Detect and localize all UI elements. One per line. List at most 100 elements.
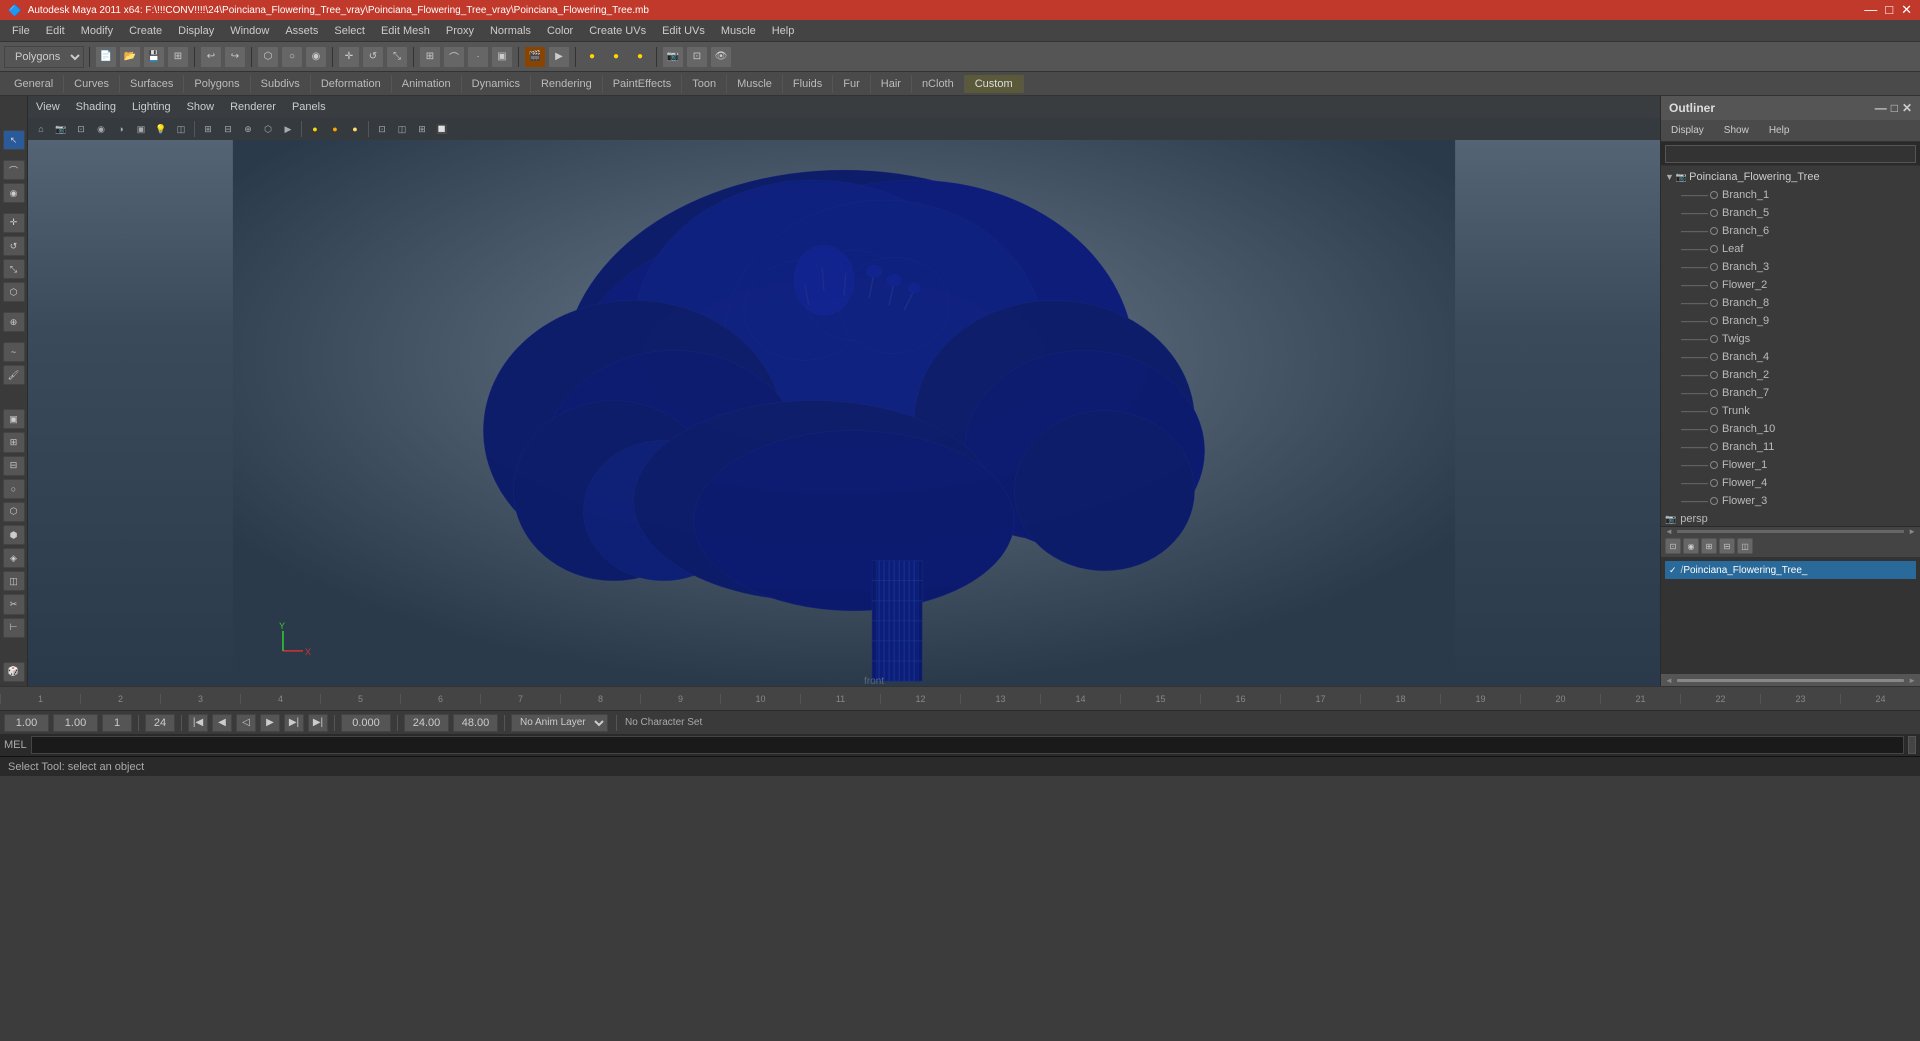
tree-item-root[interactable]: ▼ 📷 Poinciana_Flowering_Tree bbox=[1661, 168, 1920, 186]
move-tool-btn[interactable]: ✛ bbox=[3, 213, 25, 233]
vp-menu-shading[interactable]: Shading bbox=[72, 99, 120, 115]
poly-btn[interactable]: ⬡ bbox=[3, 502, 25, 522]
outliner-btn-4[interactable]: ⊟ bbox=[1719, 538, 1735, 554]
vp-icon-isolate[interactable]: 🔲 bbox=[433, 120, 451, 138]
tick-14[interactable]: 14 bbox=[1040, 694, 1120, 704]
start-frame-input[interactable] bbox=[4, 714, 49, 732]
vp-menu-renderer[interactable]: Renderer bbox=[226, 99, 280, 115]
light1-btn[interactable]: ● bbox=[581, 46, 603, 68]
tick-12[interactable]: 12 bbox=[880, 694, 960, 704]
sculpt-btn[interactable]: 🖌 bbox=[3, 365, 25, 385]
tree-item-leaf[interactable]: ——— Leaf bbox=[1661, 240, 1920, 258]
vp-menu-panels[interactable]: Panels bbox=[288, 99, 330, 115]
display-btn[interactable]: ⊡ bbox=[686, 46, 708, 68]
tab-painteffects[interactable]: PaintEffects bbox=[603, 75, 683, 93]
tab-subdivs[interactable]: Subdivs bbox=[251, 75, 311, 93]
vp-icon-hud[interactable]: ⊟ bbox=[219, 120, 237, 138]
tick-2[interactable]: 2 bbox=[80, 694, 160, 704]
outliner-menu-display[interactable]: Display bbox=[1665, 124, 1710, 137]
menu-assets[interactable]: Assets bbox=[277, 23, 326, 39]
menu-file[interactable]: File bbox=[4, 23, 38, 39]
vp-icon-textured[interactable]: ▣ bbox=[132, 120, 150, 138]
play-fwd-btn[interactable]: ▶ bbox=[260, 714, 280, 732]
tick-11[interactable]: 11 bbox=[800, 694, 880, 704]
menu-create-uvs[interactable]: Create UVs bbox=[581, 23, 654, 39]
vp-menu-show[interactable]: Show bbox=[183, 99, 219, 115]
tab-polygons[interactable]: Polygons bbox=[184, 75, 250, 93]
outliner-btn-5[interactable]: ◫ bbox=[1737, 538, 1753, 554]
outliner-search-bar[interactable] bbox=[1661, 142, 1920, 166]
save-scene-btn[interactable]: ⊞ bbox=[167, 46, 189, 68]
tick-9[interactable]: 9 bbox=[640, 694, 720, 704]
tick-4[interactable]: 4 bbox=[240, 694, 320, 704]
menu-create[interactable]: Create bbox=[121, 23, 170, 39]
outliner-menu-help[interactable]: Help bbox=[1763, 124, 1796, 137]
light3-btn[interactable]: ● bbox=[629, 46, 651, 68]
outliner-minimize-btn[interactable]: — bbox=[1875, 101, 1887, 115]
outliner-search-input[interactable] bbox=[1665, 145, 1916, 163]
outliner-bottom-scrollbar[interactable]: ◄ ► bbox=[1661, 674, 1920, 686]
vp-icon-smooth[interactable]: ◉ bbox=[92, 120, 110, 138]
redo-btn[interactable]: ↪ bbox=[224, 46, 246, 68]
polygon-selector[interactable]: Polygons bbox=[4, 46, 84, 68]
menu-normals[interactable]: Normals bbox=[482, 23, 539, 39]
tree-item-branch7[interactable]: ——— Branch_7 bbox=[1661, 384, 1920, 402]
manip-tool-btn[interactable]: ⬡ bbox=[3, 282, 25, 302]
tree-item-branch2[interactable]: ——— Branch_2 bbox=[1661, 366, 1920, 384]
tick-10[interactable]: 10 bbox=[720, 694, 800, 704]
vp-icon-grid[interactable]: ⊞ bbox=[199, 120, 217, 138]
tree-item-branch4[interactable]: ——— Branch_4 bbox=[1661, 348, 1920, 366]
step-back-btn[interactable]: ◀ bbox=[212, 714, 232, 732]
tick-6[interactable]: 6 bbox=[400, 694, 480, 704]
outliner-maximize-btn[interactable]: □ bbox=[1891, 101, 1898, 115]
go-to-start-btn[interactable]: |◀ bbox=[188, 714, 208, 732]
tick-24[interactable]: 24 bbox=[1840, 694, 1920, 704]
vp-icon-wire[interactable]: ⊡ bbox=[72, 120, 90, 138]
menu-proxy[interactable]: Proxy bbox=[438, 23, 482, 39]
tick-21[interactable]: 21 bbox=[1600, 694, 1680, 704]
menu-window[interactable]: Window bbox=[222, 23, 277, 39]
tab-rendering[interactable]: Rendering bbox=[531, 75, 603, 93]
view-cube-btn[interactable]: 🎲 bbox=[3, 662, 25, 682]
tick-1[interactable]: 1 bbox=[0, 694, 80, 704]
tick-20[interactable]: 20 bbox=[1520, 694, 1600, 704]
tab-fur[interactable]: Fur bbox=[833, 75, 871, 93]
tick-17[interactable]: 17 bbox=[1280, 694, 1360, 704]
menu-display[interactable]: Display bbox=[170, 23, 222, 39]
move-btn[interactable]: ✛ bbox=[338, 46, 360, 68]
timeline[interactable]: 1 2 3 4 5 6 7 8 9 10 11 12 13 14 15 16 1… bbox=[0, 686, 1920, 710]
menu-muscle[interactable]: Muscle bbox=[713, 23, 764, 39]
vp-menu-lighting[interactable]: Lighting bbox=[128, 99, 175, 115]
snap-point-btn[interactable]: · bbox=[467, 46, 489, 68]
vp-icon-camera[interactable]: 📷 bbox=[52, 120, 70, 138]
orbit-btn[interactable]: ○ bbox=[3, 479, 25, 499]
go-to-end-btn[interactable]: ▶| bbox=[308, 714, 328, 732]
tick-23[interactable]: 23 bbox=[1760, 694, 1840, 704]
menu-edit[interactable]: Edit bbox=[38, 23, 73, 39]
tick-3[interactable]: 3 bbox=[160, 694, 240, 704]
viewport[interactable]: View Shading Lighting Show Renderer Pane… bbox=[28, 96, 1660, 686]
tick-8[interactable]: 8 bbox=[560, 694, 640, 704]
end-frame-display-input[interactable] bbox=[145, 714, 175, 732]
paint-select-btn[interactable]: ◉ bbox=[3, 183, 25, 203]
rotate-tool-btn[interactable]: ↺ bbox=[3, 236, 25, 256]
snap-curve-btn[interactable]: ⌒ bbox=[443, 46, 465, 68]
menu-help[interactable]: Help bbox=[764, 23, 803, 39]
tree-item-branch1[interactable]: ——— Branch_1 bbox=[1661, 186, 1920, 204]
vp-icon-shaded[interactable]: ◑ bbox=[112, 120, 130, 138]
tree-item-branch11[interactable]: ——— Branch_11 bbox=[1661, 438, 1920, 456]
outliner-close-btn[interactable]: ✕ bbox=[1902, 101, 1912, 115]
tree-item-branch6[interactable]: ——— Branch_6 bbox=[1661, 222, 1920, 240]
menu-edit-mesh[interactable]: Edit Mesh bbox=[373, 23, 438, 39]
vp-icon-snap[interactable]: ◫ bbox=[393, 120, 411, 138]
menu-modify[interactable]: Modify bbox=[73, 23, 121, 39]
tick-16[interactable]: 16 bbox=[1200, 694, 1280, 704]
vp-icon-color2[interactable]: ● bbox=[326, 120, 344, 138]
grid-btn[interactable]: ⊟ bbox=[3, 456, 25, 476]
time-input[interactable] bbox=[341, 714, 391, 732]
tab-custom[interactable]: Custom bbox=[965, 75, 1024, 93]
tree-item-twigs[interactable]: ——— Twigs bbox=[1661, 330, 1920, 348]
poly-extrude-btn[interactable]: ⬢ bbox=[3, 525, 25, 545]
ipr-btn[interactable]: ▶ bbox=[548, 46, 570, 68]
tab-dynamics[interactable]: Dynamics bbox=[462, 75, 531, 93]
